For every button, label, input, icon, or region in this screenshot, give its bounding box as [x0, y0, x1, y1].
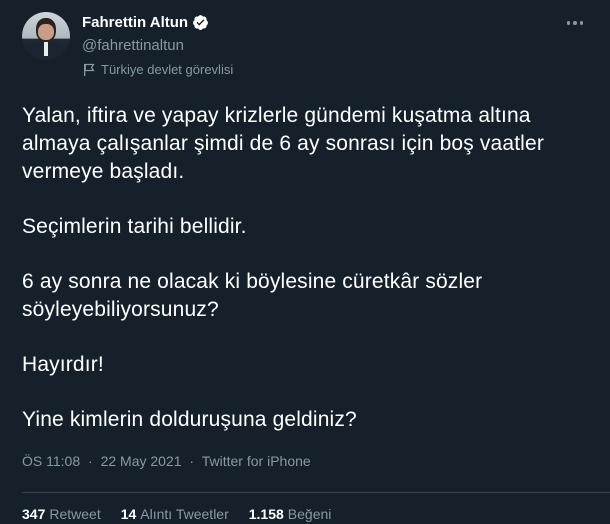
- avatar-face: [38, 24, 54, 40]
- more-dots-icon[interactable]: [562, 12, 588, 34]
- government-label[interactable]: Türkiye devlet görevlisi: [82, 62, 233, 77]
- tweet-meta: ÖS 11:08 · 22 May 2021 · Twitter for iPh…: [22, 453, 311, 469]
- avatar[interactable]: [22, 12, 70, 60]
- tweet-paragraph: Yalan, iftira ve yapay krizlerle gündemi…: [22, 104, 544, 183]
- author-handle[interactable]: @fahrettinaltun: [82, 37, 184, 54]
- likes-stat[interactable]: 1.158 Beğeni: [249, 506, 332, 522]
- author-name[interactable]: Fahrettin Altun: [82, 14, 188, 31]
- tweet-text: Yalan, iftira ve yapay krizlerle gündemi…: [22, 102, 590, 434]
- avatar-tie: [44, 42, 48, 56]
- retweets-count: 347: [22, 506, 46, 522]
- tweet-paragraph: 6 ay sonra ne olacak ki böylesine cüretk…: [22, 270, 483, 321]
- flag-icon: [84, 63, 95, 76]
- likes-count: 1.158: [248, 506, 284, 522]
- retweets-stat[interactable]: 347 Retweet: [22, 506, 101, 522]
- tweet-paragraph: Yine kimlerin dolduruşuna geldiniz?: [22, 408, 357, 431]
- tweet-paragraph: Hayırdır!: [22, 353, 104, 376]
- retweets-label: Retweet: [49, 506, 101, 522]
- tweet-date[interactable]: 22 May 2021: [101, 453, 182, 469]
- tweet-stats: 347 Retweet 14 Alıntı Tweetler 1.158 Beğeni: [22, 506, 351, 522]
- meta-separator: ·: [88, 453, 93, 469]
- government-label-text: Türkiye devlet görevlisi: [101, 62, 234, 77]
- tweet-paragraph: Seçimlerin tarihi bellidir.: [22, 215, 247, 238]
- divider: [22, 492, 610, 493]
- tweet-source[interactable]: Twitter for iPhone: [202, 453, 311, 469]
- author-name-row[interactable]: Fahrettin Altun: [82, 14, 209, 31]
- meta-separator: ·: [189, 453, 195, 469]
- verified-badge-icon: [193, 15, 209, 30]
- quote-tweets-stat[interactable]: 14 Alıntı Tweetler: [121, 506, 229, 522]
- tweet-time[interactable]: ÖS 11:08: [22, 453, 80, 469]
- quotes-count: 14: [120, 506, 137, 522]
- quotes-label: Alıntı Tweetler: [140, 506, 229, 522]
- likes-label: Beğeni: [287, 506, 332, 522]
- tweet-card: Fahrettin Altun @fahrettinaltun Türkiye …: [0, 0, 610, 524]
